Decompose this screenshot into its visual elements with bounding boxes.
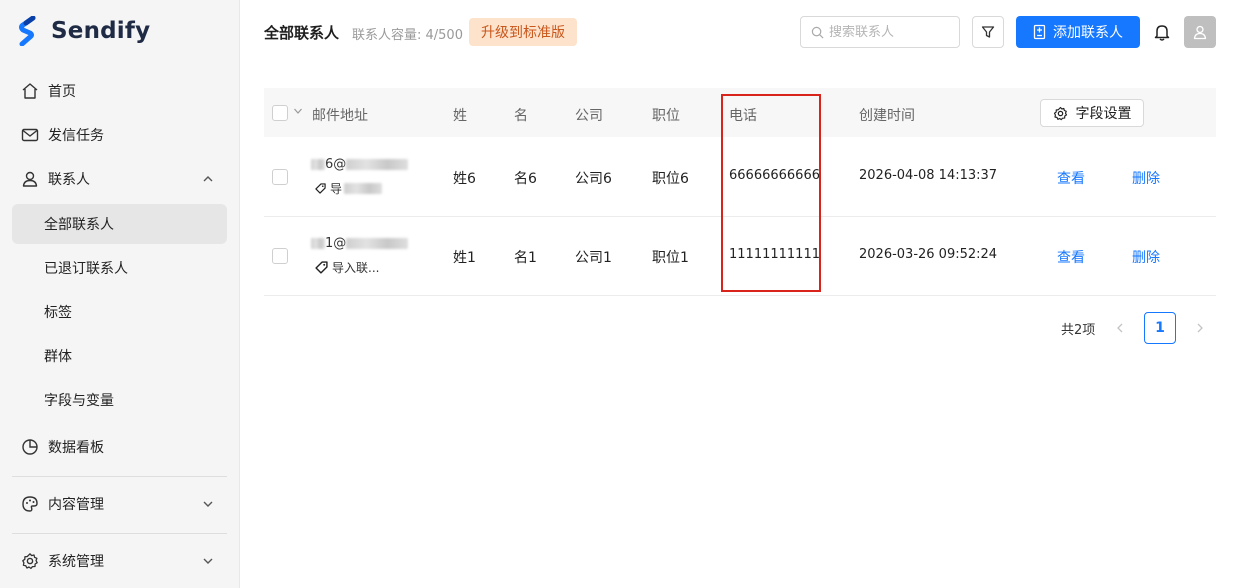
pagination-page-current[interactable]: 1 (1144, 312, 1176, 344)
sidebar-divider (12, 476, 227, 477)
mail-icon (20, 125, 40, 145)
gear-icon (20, 551, 40, 571)
last-name-cell: 姓1 (453, 250, 476, 266)
chevron-right-icon[interactable] (1194, 322, 1206, 334)
delete-link[interactable]: 删除 (1132, 247, 1160, 267)
sidebar-item-segments[interactable]: 群体 (12, 336, 227, 376)
email-cell[interactable]: 1@ (311, 236, 409, 251)
column-email: 邮件地址 (312, 108, 368, 124)
field-settings-button[interactable]: 字段设置 (1040, 99, 1144, 127)
page-title: 全部联系人 (264, 24, 340, 42)
email-redaction (346, 238, 409, 249)
bell-icon[interactable] (1152, 22, 1172, 42)
search-icon (811, 26, 824, 38)
app-name: Sendify (51, 18, 151, 44)
nav-contacts-label: 联系人 (48, 172, 90, 188)
company-cell: 公司6 (575, 171, 612, 187)
search-box[interactable] (800, 16, 960, 48)
view-link[interactable]: 查看 (1057, 168, 1085, 188)
email-cell[interactable]: 6@ (311, 157, 409, 172)
nav-content-label: 内容管理 (48, 497, 104, 513)
nav-campaigns-label: 发信任务 (48, 128, 104, 144)
tag-icon (315, 260, 328, 274)
first-name-cell: 名1 (514, 250, 537, 266)
chevron-left-icon[interactable] (1114, 322, 1126, 334)
upgrade-button[interactable]: 升级到标准版 (469, 18, 577, 46)
created-cell: 2026-03-26 09:52:24 (859, 247, 998, 262)
tag-redaction (344, 182, 383, 194)
sidebar-item-fields[interactable]: 字段与变量 (12, 380, 227, 420)
nav-dashboard-label: 数据看板 (48, 440, 104, 456)
column-first-name: 名 (514, 108, 528, 124)
chevron-down-icon[interactable] (293, 106, 303, 116)
email-redaction (311, 238, 325, 249)
add-contact-label: 添加联系人 (1053, 24, 1123, 40)
contact-capacity: 联系人容量: 4/500 (352, 28, 463, 43)
title-cell: 职位1 (652, 250, 689, 266)
chevron-up-icon (203, 176, 213, 182)
nav-system-label: 系统管理 (48, 554, 104, 570)
pie-chart-icon (20, 437, 40, 457)
nav-system[interactable]: 系统管理 (12, 541, 227, 581)
sendify-logo-icon (19, 16, 36, 46)
column-company: 公司 (575, 108, 603, 124)
row-checkbox[interactable] (272, 169, 288, 185)
pagination-total: 共2项 (1061, 323, 1096, 338)
nav-campaigns[interactable]: 发信任务 (12, 115, 227, 155)
phone-column-highlight (721, 94, 821, 292)
email-redaction (346, 159, 409, 170)
first-name-cell: 名6 (514, 171, 537, 187)
user-icon (20, 169, 40, 189)
column-title: 职位 (652, 108, 680, 124)
sidebar-item-unsubscribed[interactable]: 已退订联系人 (12, 248, 227, 288)
tag-label: 导入联... (332, 260, 380, 275)
filter-icon (981, 26, 995, 38)
filter-button[interactable] (972, 16, 1004, 48)
email-visible-part: 6@ (325, 157, 347, 172)
nav-contacts[interactable]: 联系人 (12, 159, 227, 199)
title-cell: 职位6 (652, 171, 689, 187)
row-divider (264, 295, 1216, 296)
sidebar-item-all-contacts[interactable]: 全部联系人 (12, 204, 227, 244)
contact-tag[interactable]: 导入联... (311, 257, 384, 277)
chevron-down-icon (203, 558, 213, 564)
home-icon (20, 81, 40, 101)
sidebar: Sendify 首页 发信任务 联系人 全部联系人 已退订联系人 标签 群体 字… (0, 0, 240, 588)
field-settings-label: 字段设置 (1075, 105, 1132, 121)
sidebar-divider (12, 533, 227, 534)
select-all-checkbox[interactable] (272, 105, 288, 121)
nav-dashboard[interactable]: 数据看板 (12, 427, 227, 467)
nav-home-label: 首页 (48, 84, 76, 100)
nav-content[interactable]: 内容管理 (12, 484, 227, 524)
tag-icon (315, 182, 326, 194)
column-created: 创建时间 (859, 108, 915, 124)
column-last-name: 姓 (453, 108, 467, 124)
add-contact-icon (1033, 24, 1047, 40)
user-icon (1193, 25, 1207, 40)
search-input[interactable] (829, 24, 949, 40)
gear-icon (1053, 106, 1068, 121)
contact-tag[interactable]: 导 (311, 178, 387, 198)
company-cell: 公司1 (575, 250, 612, 266)
palette-icon (20, 494, 40, 514)
nav-home[interactable]: 首页 (12, 71, 227, 111)
email-redaction (311, 159, 325, 170)
view-link[interactable]: 查看 (1057, 247, 1085, 267)
row-checkbox[interactable] (272, 248, 288, 264)
avatar[interactable] (1184, 16, 1216, 48)
delete-link[interactable]: 删除 (1132, 168, 1160, 188)
tag-label: 导 (330, 181, 343, 196)
sidebar-item-tags[interactable]: 标签 (12, 292, 227, 332)
last-name-cell: 姓6 (453, 171, 476, 187)
chevron-down-icon (203, 501, 213, 507)
created-cell: 2026-04-08 14:13:37 (859, 168, 998, 183)
add-contact-button[interactable]: 添加联系人 (1016, 16, 1140, 48)
app-root: Sendify 首页 发信任务 联系人 全部联系人 已退订联系人 标签 群体 字… (0, 0, 1240, 588)
email-visible-part: 1@ (325, 236, 347, 251)
logo[interactable]: Sendify (18, 16, 150, 46)
